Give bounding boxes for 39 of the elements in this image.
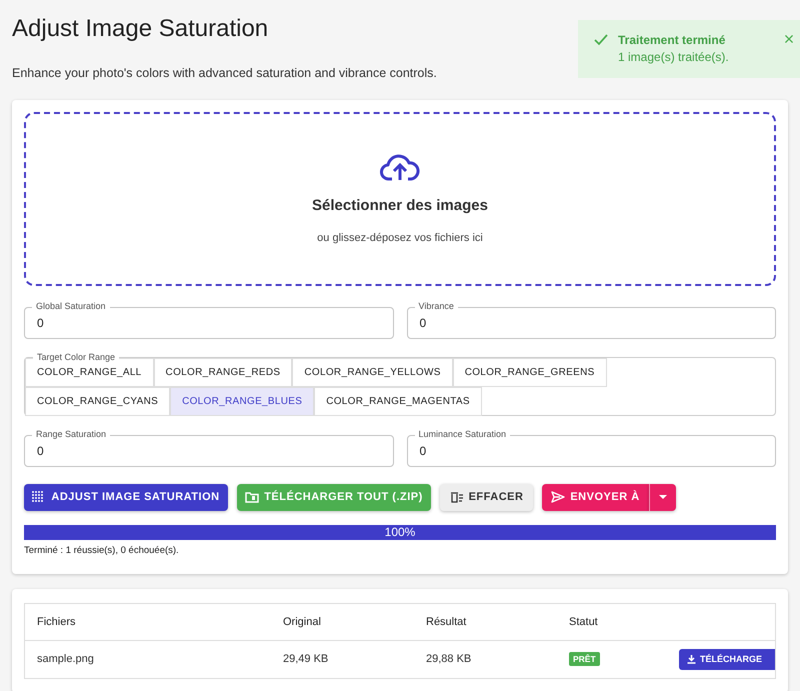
- table-cell: 29,88 KB: [426, 653, 472, 666]
- status-text: Terminé : 1 réussie(s), 0 échouée(s).: [24, 544, 179, 558]
- trash-icon: [450, 491, 464, 504]
- page-title: Adjust Image Saturation: [12, 14, 268, 44]
- toast-title: Traitement terminé: [618, 32, 726, 48]
- toggle-button[interactable]: COLOR_RANGE_MAGENTAS: [314, 386, 482, 416]
- field-label: Vibrance: [414, 300, 458, 312]
- column-header: Statut: [569, 616, 598, 628]
- toggle-button[interactable]: COLOR_RANGE_BLUES: [170, 386, 314, 416]
- action-button[interactable]: ENVOYER À: [542, 484, 649, 511]
- field-label: Global Saturation: [32, 300, 110, 312]
- table-cell: 29,49 KB: [283, 653, 328, 666]
- column-header: Original: [283, 616, 321, 628]
- check-icon: [594, 34, 608, 46]
- field-label: Target Color Range: [33, 350, 120, 363]
- column-header: Résultat: [426, 616, 466, 628]
- action-button[interactable]: ADJUST IMAGE SATURATION: [24, 484, 228, 511]
- table-cell: sample.png: [37, 653, 94, 666]
- status-badge: PRÊT: [569, 652, 600, 666]
- dropzone-hint: ou glissez-déposez vos fichiers ici: [317, 230, 483, 246]
- caret-icon: [659, 495, 667, 500]
- toggle-button[interactable]: COLOR_RANGE_REDS: [154, 358, 292, 387]
- column-header: Fichiers: [37, 616, 76, 628]
- toggle-button[interactable]: COLOR_RANGE_CYANS: [25, 386, 170, 416]
- progress-label: 100%: [384, 524, 416, 540]
- download-icon: [687, 655, 696, 664]
- page-subtitle: Enhance your photo's colors with advanced saturation and vibrance controls.: [12, 65, 437, 82]
- toast-message: 1 image(s) traitée(s).: [618, 49, 729, 66]
- field-label: Range Saturation: [32, 428, 110, 440]
- dropzone-title: Sélectionner des images: [312, 196, 488, 216]
- drop-zone[interactable]: Sélectionner des images ou glissez-déposez vos fichiers ici: [24, 112, 776, 286]
- toggle-button[interactable]: COLOR_RANGE_GREENS: [452, 358, 607, 387]
- folder-icon: [245, 491, 260, 504]
- download-button[interactable]: TÉLÉCHARGE: [679, 649, 775, 670]
- toggle-button[interactable]: COLOR_RANGE_YELLOWS: [292, 358, 453, 387]
- dropdown-button[interactable]: [649, 484, 676, 511]
- send-icon: [551, 491, 566, 504]
- action-button[interactable]: EFFACER: [440, 484, 533, 511]
- field-label: Luminance Saturation: [414, 428, 510, 440]
